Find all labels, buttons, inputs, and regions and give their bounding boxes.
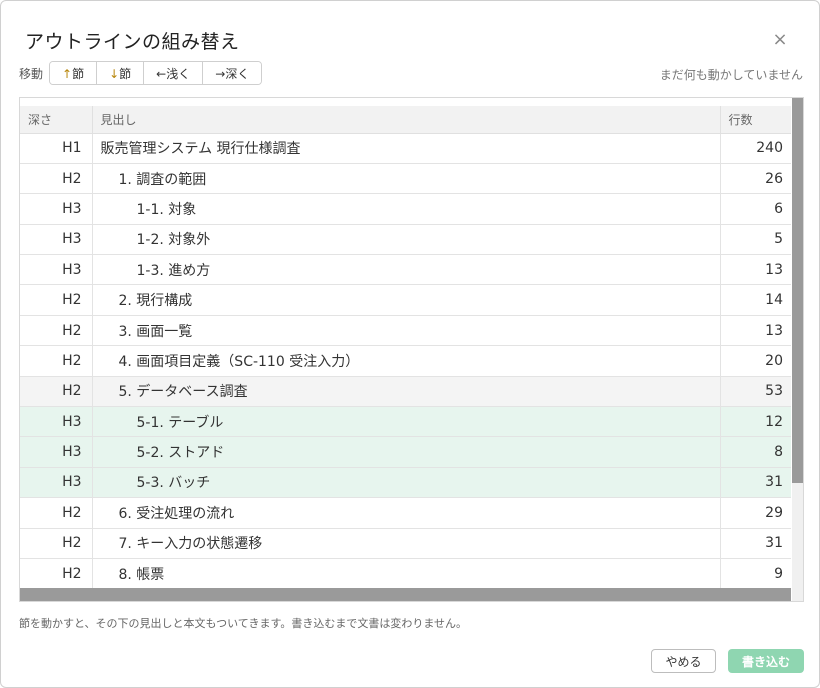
table-row[interactable]: H2 5. データベース調査 53: [20, 376, 791, 408]
table-row[interactable]: H3 5-1. テーブル 12: [20, 406, 791, 438]
count-cell: 13: [720, 254, 791, 286]
vertical-scrollbar[interactable]: [792, 98, 803, 601]
count-cell: 31: [720, 467, 791, 499]
table-row[interactable]: H2 8. 帳票 9: [20, 558, 791, 590]
move-label: 移動: [19, 66, 44, 81]
move-up-button[interactable]: ↑節: [50, 62, 98, 84]
outdent-label: 浅く: [166, 66, 191, 81]
heading-cell: 1-3. 進め方: [92, 254, 721, 286]
heading-cell: 7. キー入力の状態遷移: [92, 528, 721, 559]
heading-cell: 5-1. テーブル: [92, 406, 721, 438]
heading-cell: 1-2. 対象外: [92, 224, 721, 256]
move-down-label: 節: [119, 66, 132, 81]
depth-cell: H2: [20, 558, 93, 590]
table-header-row: 深さ 見出し 行数: [20, 106, 791, 134]
depth-cell: H3: [20, 224, 93, 256]
table-row[interactable]: H2 2. 現行構成 14: [20, 284, 791, 316]
heading-cell: 5-2. ストアド: [92, 436, 721, 468]
count-cell: 12: [720, 406, 791, 438]
heading-cell: 販売管理システム 現行仕様調査: [92, 133, 721, 164]
table-row[interactable]: H2 3. 画面一覧 13: [20, 315, 791, 347]
depth-cell: H3: [20, 254, 93, 286]
depth-cell: H2: [20, 345, 93, 377]
count-cell: 6: [720, 193, 791, 225]
depth-cell: H2: [20, 284, 93, 316]
count-cell: 13: [720, 315, 791, 347]
vertical-scrollbar-thumb[interactable]: [792, 98, 803, 483]
arrow-right-icon: →: [215, 66, 226, 81]
count-cell: 8: [720, 436, 791, 468]
dialog-title: アウトラインの組み替え: [25, 31, 240, 53]
depth-cell: H2: [20, 163, 93, 195]
move-status: まだ何も動かしていません: [659, 68, 803, 82]
indent-label: 深く: [225, 66, 250, 81]
heading-cell: 6. 受注処理の流れ: [92, 497, 721, 529]
heading-cell: 8. 帳票: [92, 558, 721, 590]
table-row[interactable]: H3 5-2. ストアド 8: [20, 436, 791, 468]
count-cell: 31: [720, 528, 791, 559]
header-depth: 深さ: [20, 106, 93, 134]
move-down-button[interactable]: ↓節: [97, 62, 145, 84]
table-row[interactable]: H3 1-3. 進め方 13: [20, 254, 791, 286]
depth-cell: H2: [20, 528, 93, 559]
cancel-button[interactable]: やめる: [651, 649, 716, 673]
heading-cell: 2. 現行構成: [92, 284, 721, 316]
count-cell: 20: [720, 345, 791, 377]
outline-table-container: 深さ 見出し 行数 H1 販売管理システム 現行仕様調査 240 H2 1. 調査の範囲…: [19, 97, 804, 602]
count-cell: 9: [720, 558, 791, 590]
table-row[interactable]: H3 5-3. バッチ 31: [20, 467, 791, 499]
arrow-up-icon: ↑: [62, 66, 73, 81]
outdent-button[interactable]: ←浅く: [144, 62, 204, 84]
count-cell: 29: [720, 497, 791, 529]
table-row[interactable]: H2 4. 画面項目定義（SC-110 受注入力） 20: [20, 345, 791, 377]
depth-cell: H2: [20, 497, 93, 529]
count-cell: 53: [720, 376, 791, 408]
depth-cell: H1: [20, 133, 93, 164]
table-row[interactable]: H2 7. キー入力の状態遷移 31: [20, 528, 791, 559]
count-cell: 26: [720, 163, 791, 195]
table-row[interactable]: H3 1-1. 対象 6: [20, 193, 791, 225]
table-row[interactable]: H1 販売管理システム 現行仕様調査 240: [20, 133, 791, 164]
move-button-group: ↑節 ↓節 ←浅く →深く: [49, 61, 263, 85]
write-button[interactable]: 書き込む: [728, 649, 804, 673]
outline-reorder-dialog: アウトラインの組み替え × 移動 ↑節 ↓節 ←浅く →深く まだ何も動かしてい…: [0, 0, 820, 688]
heading-cell: 1. 調査の範囲: [92, 163, 721, 195]
arrow-left-icon: ←: [156, 66, 167, 81]
arrow-down-icon: ↓: [109, 66, 120, 81]
count-cell: 14: [720, 284, 791, 316]
heading-cell: 3. 画面一覧: [92, 315, 721, 347]
header-count: 行数: [720, 106, 791, 134]
heading-cell: 5-3. バッチ: [92, 467, 721, 499]
depth-cell: H2: [20, 315, 93, 347]
depth-cell: H3: [20, 406, 93, 438]
heading-cell: 5. データベース調査: [92, 376, 721, 408]
outline-table: 深さ 見出し 行数 H1 販売管理システム 現行仕様調査 240 H2 1. 調査の範囲…: [20, 106, 791, 590]
table-row[interactable]: H2 6. 受注処理の流れ 29: [20, 497, 791, 529]
depth-cell: H3: [20, 467, 93, 499]
depth-cell: H3: [20, 436, 93, 468]
horizontal-scrollbar[interactable]: [20, 588, 791, 601]
heading-cell: 4. 画面項目定義（SC-110 受注入力）: [92, 345, 721, 377]
count-cell: 5: [720, 224, 791, 256]
indent-button[interactable]: →深く: [203, 62, 262, 84]
depth-cell: H2: [20, 376, 93, 408]
depth-cell: H3: [20, 193, 93, 225]
count-cell: 240: [720, 133, 791, 164]
heading-cell: 1-1. 対象: [92, 193, 721, 225]
table-row[interactable]: H3 1-2. 対象外 5: [20, 224, 791, 256]
move-up-label: 節: [72, 66, 85, 81]
table-row[interactable]: H2 1. 調査の範囲 26: [20, 163, 791, 195]
close-icon[interactable]: ×: [771, 31, 789, 49]
footer-hint: 節を動かすと、その下の見出しと本文もついてきます。書き込むまで文書は変わりません…: [19, 617, 468, 630]
header-heading: 見出し: [92, 106, 721, 134]
